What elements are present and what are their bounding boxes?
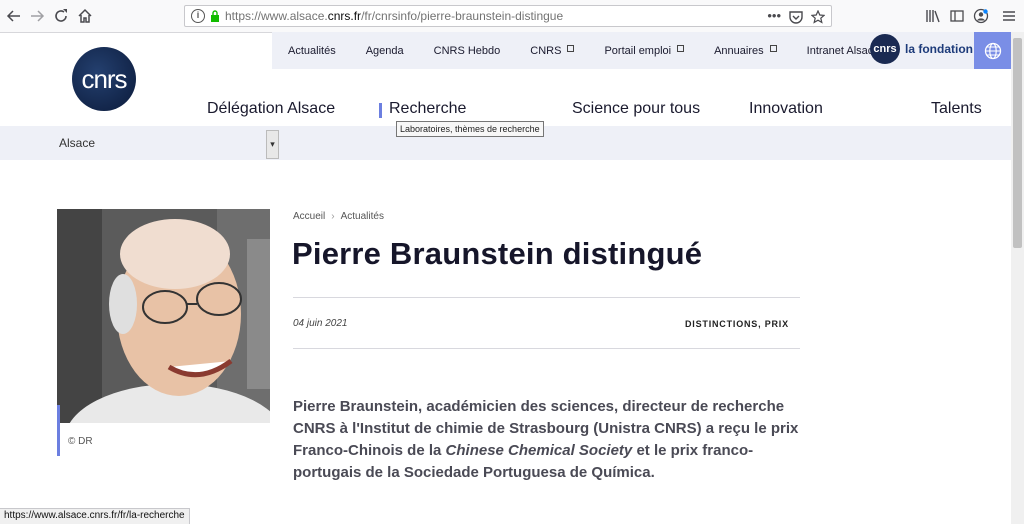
scrollbar-thumb[interactable] [1013, 38, 1022, 248]
url-text[interactable]: https://www.alsace.cnrs.fr/fr/cnrsinfo/p… [225, 9, 563, 23]
sidebar-icon[interactable] [948, 7, 966, 25]
back-icon[interactable] [3, 6, 25, 26]
article-date: 04 juin 2021 [293, 318, 348, 329]
top-nav-label: Actualités [288, 44, 336, 57]
fondation-logo: cnrs [870, 34, 900, 64]
photo-credit: © DR [68, 436, 93, 447]
top-nav-label: CNRS Hebdo [433, 44, 501, 57]
region-select-value[interactable]: Alsace [59, 136, 95, 150]
lead-italic-text: Chinese Chemical Society [445, 442, 633, 459]
top-nav-label: Portail emploi [604, 44, 672, 57]
language-button[interactable] [974, 32, 1011, 69]
main-nav-recherche[interactable]: Recherche [389, 100, 466, 118]
info-icon[interactable]: i [191, 9, 205, 23]
photo-credit-bar [57, 405, 60, 456]
top-nav-label: Intranet Alsace [806, 44, 880, 57]
menu-icon[interactable] [1000, 7, 1018, 25]
top-nav-label: Agenda [365, 44, 404, 57]
external-link-icon [769, 45, 777, 52]
active-nav-indicator [379, 103, 382, 118]
main-nav-talents[interactable]: Talents [931, 100, 982, 118]
main-nav-delegation[interactable]: Délégation Alsace [207, 100, 335, 118]
bookmark-star-icon[interactable] [811, 10, 825, 24]
external-link-icon [677, 45, 685, 52]
main-nav-science[interactable]: Science pour tous [572, 100, 700, 118]
top-nav-agenda[interactable]: Agenda [366, 45, 404, 57]
status-bar-url: https://www.alsace.cnrs.fr/fr/la-recherc… [0, 508, 190, 524]
home-icon[interactable] [74, 6, 96, 26]
fondation-link[interactable]: cnrs la fondation [870, 34, 973, 64]
portrait-photo [57, 209, 270, 423]
chevron-down-icon: ▾ [270, 139, 275, 149]
article-tags[interactable]: DISTINCTIONS, PRIX [685, 319, 789, 329]
library-icon[interactable] [924, 7, 942, 25]
fondation-label: la fondation [905, 42, 973, 56]
top-nav-actualites[interactable]: Actualités [288, 45, 336, 57]
external-link-icon [567, 45, 575, 52]
cnrs-logo[interactable]: cnrs [72, 47, 136, 111]
top-nav: Actualités Agenda CNRS Hebdo CNRS Portai… [272, 32, 906, 69]
breadcrumb-actualites[interactable]: Actualités [341, 211, 384, 222]
address-bar[interactable]: i https://www.alsace.cnrs.fr/fr/cnrsinfo… [184, 5, 832, 27]
top-nav-label: Annuaires [714, 44, 764, 57]
scrollbar[interactable] [1011, 32, 1024, 524]
page-title: Pierre Braunstein distingué [292, 236, 703, 271]
breadcrumb: Accueil › Actualités [293, 211, 384, 222]
browser-toolbar: i https://www.alsace.cnrs.fr/fr/cnrsinfo… [0, 0, 1024, 33]
divider [293, 348, 800, 349]
tooltip: Laboratoires, thèmes de recherche [396, 121, 544, 137]
top-nav-annuaires[interactable]: Annuaires [714, 45, 777, 57]
breadcrumb-home[interactable]: Accueil [293, 211, 325, 222]
lock-icon[interactable] [210, 10, 220, 22]
divider [293, 297, 800, 298]
reload-icon[interactable] [50, 6, 72, 26]
top-nav-label: CNRS [530, 44, 562, 57]
top-nav-portail-emploi[interactable]: Portail emploi [604, 44, 685, 57]
forward-icon[interactable] [26, 6, 48, 26]
globe-icon [984, 42, 1001, 59]
region-select-dropdown[interactable]: ▾ [266, 130, 279, 159]
more-icon[interactable]: ••• [767, 8, 781, 24]
pocket-icon[interactable] [789, 10, 803, 24]
account-icon[interactable] [972, 7, 990, 25]
article-lead: Pierre Braunstein, académicien des scien… [293, 396, 813, 484]
main-nav-innovation[interactable]: Innovation [749, 100, 823, 118]
top-nav-cnrs[interactable]: CNRS [530, 44, 575, 57]
top-nav-cnrs-hebdo[interactable]: CNRS Hebdo [434, 45, 501, 57]
breadcrumb-separator-icon: › [331, 211, 335, 222]
